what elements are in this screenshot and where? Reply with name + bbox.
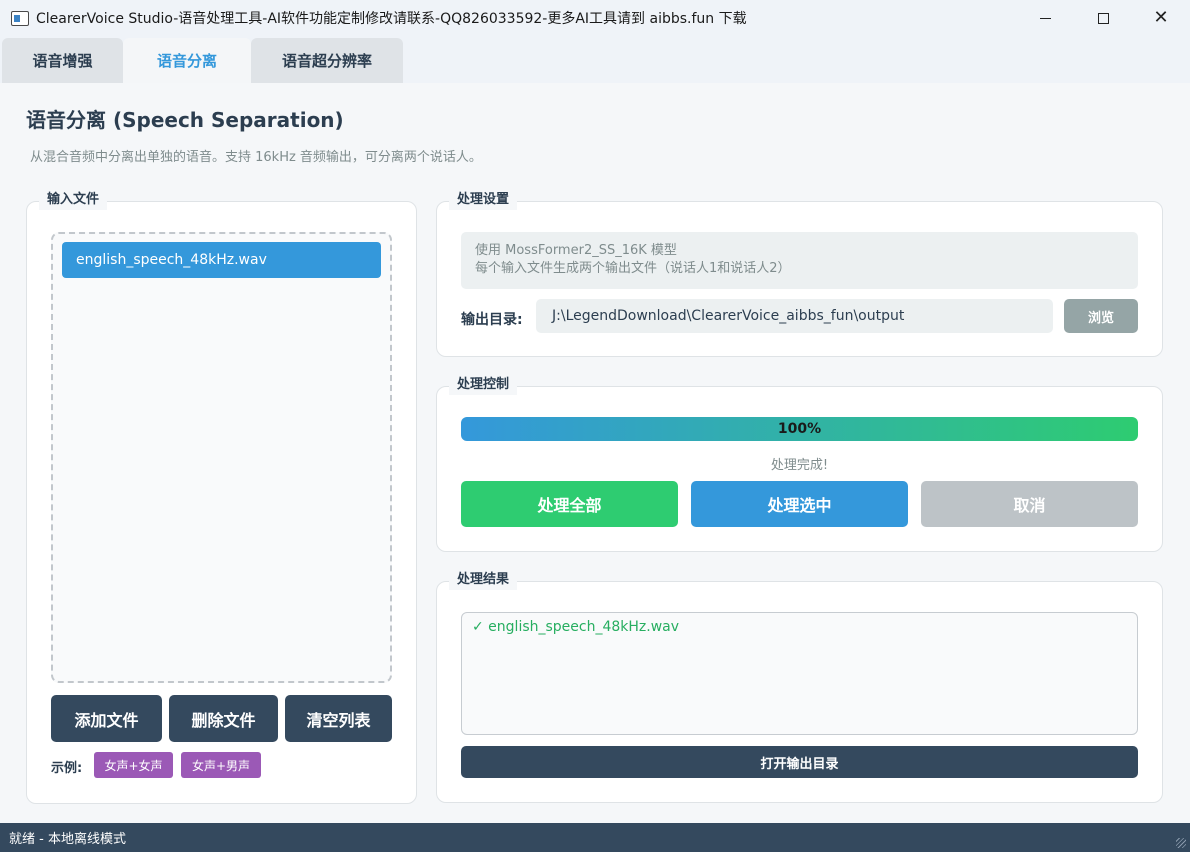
browse-button[interactable]: 浏览 [1064, 299, 1138, 333]
control-group: 处理控制 100% 处理完成! 处理全部 处理选中 取消 [436, 375, 1163, 552]
close-icon: ✕ [1153, 7, 1169, 28]
window-title: ClearerVoice Studio-语音处理工具-AI软件功能定制修改请联系… [36, 11, 747, 27]
tab-speech-super-resolution[interactable]: 语音超分辨率 [251, 38, 403, 83]
window-controls: ✕ [1016, 0, 1190, 36]
resize-grip-icon[interactable] [1176, 838, 1186, 848]
status-bar: 就绪 - 本地离线模式 [0, 823, 1190, 852]
model-info-line: 使用 MossFormer2_SS_16K 模型 [475, 243, 677, 258]
cancel-button[interactable]: 取消 [921, 481, 1138, 527]
progress-bar: 100% [461, 417, 1138, 441]
file-list[interactable]: english_speech_48kHz.wav [51, 232, 392, 683]
minimize-icon [1039, 17, 1051, 19]
tab-speech-enhancement[interactable]: 语音增强 [2, 38, 123, 83]
settings-group: 处理设置 使用 MossFormer2_SS_16K 模型 每个输入文件生成两个… [436, 190, 1163, 357]
file-list-item[interactable]: english_speech_48kHz.wav [62, 242, 381, 278]
output-dir-field[interactable]: J:\LegendDownload\ClearerVoice_aibbs_fun… [536, 299, 1053, 333]
content-area: 语音分离 (Speech Separation) 从混合音频中分离出单独的语音。… [0, 83, 1190, 823]
maximize-button[interactable] [1074, 0, 1132, 36]
status-bar-text: 就绪 - 本地离线模式 [9, 832, 126, 847]
app-icon [11, 10, 29, 26]
process-selected-button[interactable]: 处理选中 [691, 481, 908, 527]
tab-speech-separation[interactable]: 语音分离 [123, 38, 251, 83]
remove-file-button[interactable]: 删除文件 [169, 695, 278, 742]
close-button[interactable]: ✕ [1132, 0, 1190, 36]
add-file-button[interactable]: 添加文件 [51, 695, 162, 742]
minimize-button[interactable] [1016, 0, 1074, 36]
open-output-dir-button[interactable]: 打开输出目录 [461, 746, 1138, 778]
process-all-button[interactable]: 处理全部 [461, 481, 678, 527]
output-dir-label: 输出目录: [461, 312, 523, 328]
results-title: 处理结果 [449, 570, 518, 590]
page-description: 从混合音频中分离出单独的语音。支持 16kHz 音频输出，可分离两个说话人。 [30, 150, 482, 165]
progress-text: 100% [777, 421, 822, 437]
title-bar: ClearerVoice Studio-语音处理工具-AI软件功能定制修改请联系… [0, 0, 1190, 36]
example-label: 示例: [51, 761, 83, 776]
output-info-line: 每个输入文件生成两个输出文件（说话人1和说话人2） [475, 261, 791, 276]
control-title: 处理控制 [449, 375, 518, 395]
example-female-male-button[interactable]: 女声+男声 [181, 752, 261, 778]
input-files-group: 输入文件 english_speech_48kHz.wav 添加文件 删除文件 … [26, 190, 417, 804]
results-list[interactable]: ✓ english_speech_48kHz.wav [461, 612, 1138, 735]
clear-list-button[interactable]: 清空列表 [285, 695, 392, 742]
example-female-female-button[interactable]: 女声+女声 [94, 752, 173, 778]
model-info-box: 使用 MossFormer2_SS_16K 模型 每个输入文件生成两个输出文件（… [461, 232, 1138, 289]
result-item: ✓ english_speech_48kHz.wav [472, 619, 680, 635]
input-files-title: 输入文件 [39, 190, 108, 210]
results-group: 处理结果 ✓ english_speech_48kHz.wav 打开输出目录 [436, 570, 1163, 803]
maximize-icon [1097, 12, 1109, 24]
processing-status: 处理完成! [770, 458, 829, 473]
tab-bar: 语音增强 语音分离 语音超分辨率 [0, 36, 1190, 83]
page-title: 语音分离 (Speech Separation) [26, 108, 344, 132]
settings-title: 处理设置 [449, 190, 518, 210]
